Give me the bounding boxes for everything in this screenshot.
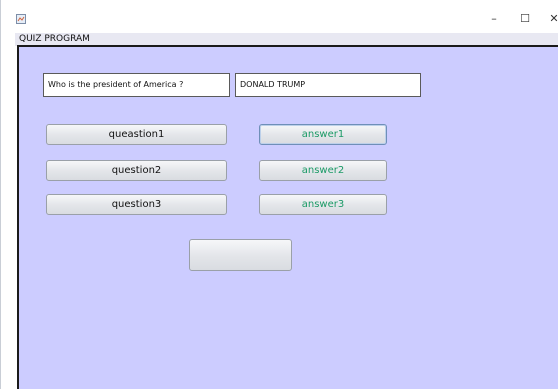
question1-button[interactable]: queastion1 bbox=[46, 124, 227, 145]
question3-button[interactable]: question3 bbox=[46, 194, 227, 215]
question-text-field[interactable]: Who is the president of America ? bbox=[43, 73, 230, 97]
answer2-button[interactable]: answer2 bbox=[259, 160, 387, 181]
app-window: – ☐ ✕ QUIZ PROGRAM Who is the president … bbox=[0, 0, 558, 389]
close-button[interactable]: ✕ bbox=[541, 10, 558, 28]
question2-button[interactable]: question2 bbox=[46, 160, 227, 181]
minimize-button[interactable]: – bbox=[481, 10, 507, 28]
answer1-button[interactable]: answer1 bbox=[259, 124, 387, 145]
blank-button[interactable] bbox=[189, 239, 292, 271]
answer-text-field[interactable]: DONALD TRUMP bbox=[235, 73, 421, 97]
maximize-button[interactable]: ☐ bbox=[512, 10, 538, 28]
java-app-icon bbox=[16, 14, 26, 24]
title-bar[interactable]: – ☐ ✕ bbox=[1, 0, 558, 34]
answer3-button[interactable]: answer3 bbox=[259, 194, 387, 215]
